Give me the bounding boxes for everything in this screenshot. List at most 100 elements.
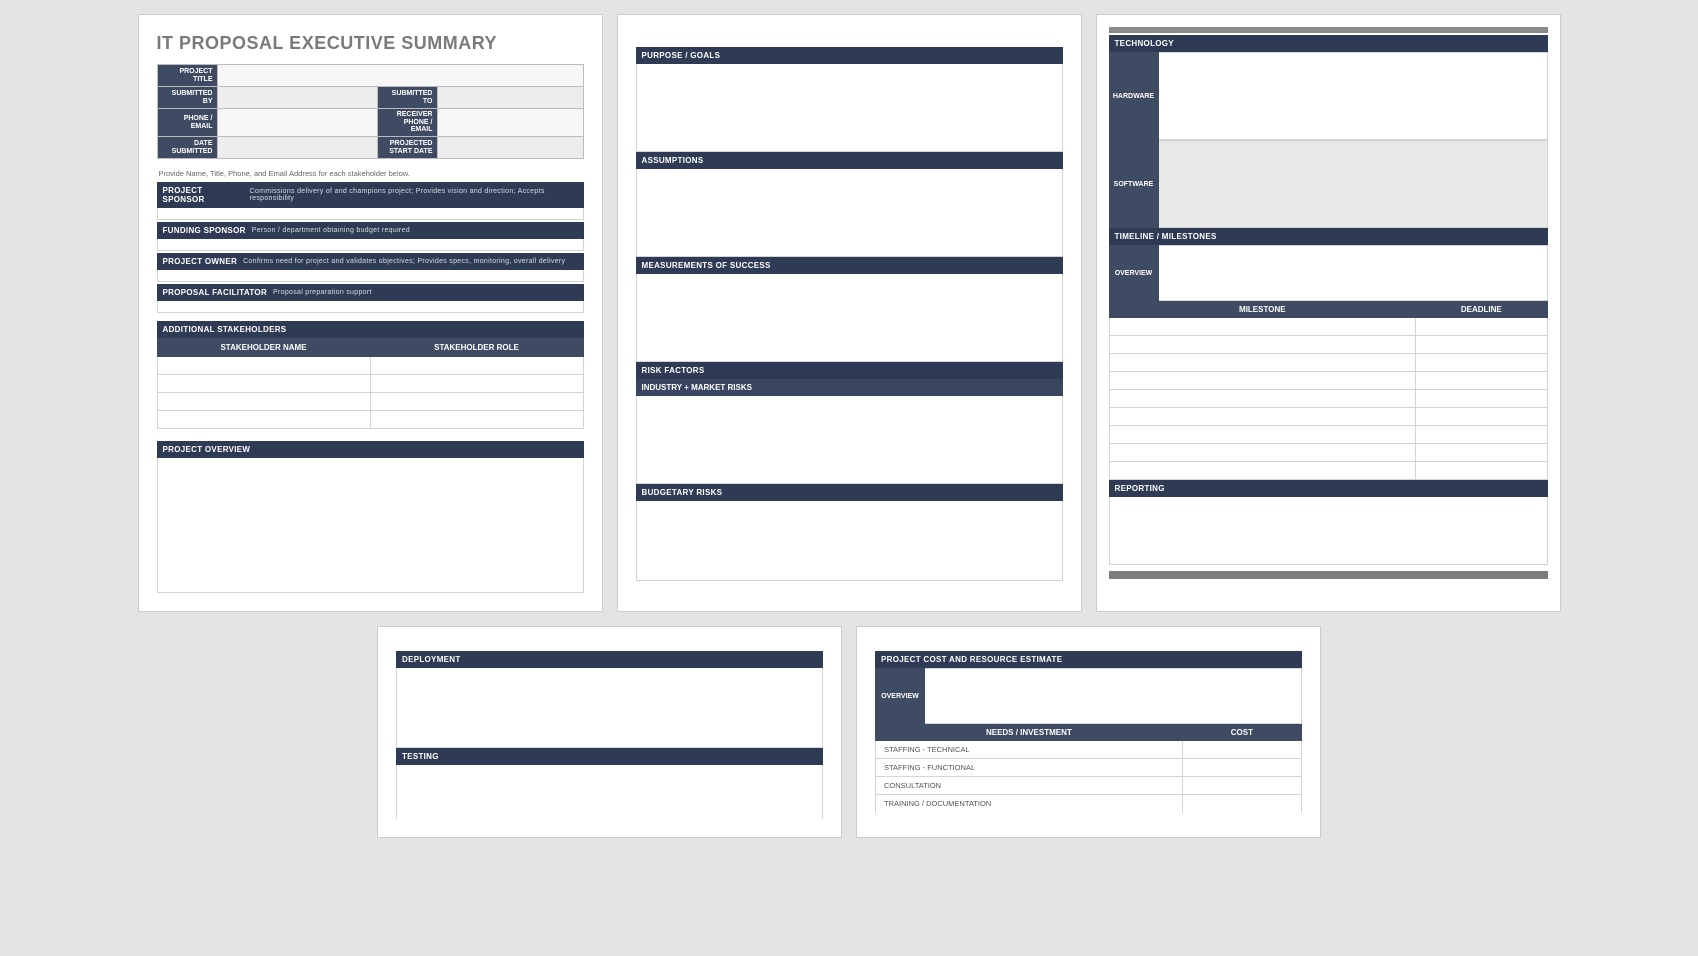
deployment-header: DEPLOYMENT <box>396 651 823 668</box>
label-overview: OVERVIEW <box>875 668 925 724</box>
field-projected-start[interactable] <box>437 137 583 159</box>
row-hardware: HARDWARE <box>1109 52 1548 140</box>
table-cell[interactable] <box>370 393 583 411</box>
field-project-overview[interactable] <box>157 458 584 593</box>
project-overview-header: PROJECT OVERVIEW <box>157 441 584 458</box>
table-cell[interactable] <box>157 393 370 411</box>
field-submitted-to[interactable] <box>437 87 583 109</box>
role-name: PROPOSAL FACILITATOR <box>163 288 268 297</box>
field-timeline-overview[interactable] <box>1159 245 1548 301</box>
cost-row-label: STAFFING - FUNCTIONAL <box>876 759 1183 777</box>
table-cell[interactable] <box>1416 318 1547 336</box>
role-desc: Confirms need for project and validates … <box>243 258 565 265</box>
cost-row-value[interactable] <box>1182 795 1301 813</box>
field-hardware[interactable] <box>1159 52 1548 140</box>
cost-estimate-header: PROJECT COST AND RESOURCE ESTIMATE <box>875 651 1302 668</box>
label-phone-email: PHONE / EMAIL <box>157 109 217 137</box>
timeline-header: TIMELINE / MILESTONES <box>1109 228 1548 245</box>
field-testing[interactable] <box>396 765 823 819</box>
field-budgetary-risks[interactable] <box>636 501 1063 581</box>
role-project-sponsor: PROJECT SPONSOR Commissions delivery of … <box>157 182 584 220</box>
budgetary-risks-header: BUDGETARY RISKS <box>636 484 1063 501</box>
field-industry-risks[interactable] <box>636 396 1063 484</box>
role-desc: Person / department obtaining budget req… <box>252 227 410 234</box>
row-software: SOFTWARE <box>1109 140 1548 228</box>
field-proposal-facilitator[interactable] <box>157 301 584 313</box>
table-cell[interactable] <box>1416 336 1547 354</box>
col-needs: NEEDS / INVESTMENT <box>876 725 1183 741</box>
role-desc: Commissions delivery of and champions pr… <box>250 188 578 202</box>
table-cell[interactable] <box>1109 426 1416 444</box>
grey-strip-top <box>1109 27 1548 33</box>
table-cell[interactable] <box>370 375 583 393</box>
field-receiver-phone-email[interactable] <box>437 109 583 137</box>
table-cell[interactable] <box>1416 426 1547 444</box>
label-overview: OVERVIEW <box>1109 245 1159 301</box>
field-deployment[interactable] <box>396 668 823 748</box>
additional-stakeholders-header: ADDITIONAL STAKEHOLDERS <box>157 321 584 338</box>
label-projected-start: PROJECTED START DATE <box>377 137 437 159</box>
field-project-title[interactable] <box>217 65 583 87</box>
table-cell[interactable] <box>1416 444 1547 462</box>
table-cell[interactable] <box>1109 318 1416 336</box>
field-phone-email[interactable] <box>217 109 377 137</box>
row-timeline-overview: OVERVIEW <box>1109 245 1548 301</box>
cost-table: NEEDS / INVESTMENT COST STAFFING - TECHN… <box>875 724 1302 813</box>
cost-row-value[interactable] <box>1182 777 1301 795</box>
table-cell[interactable] <box>1109 372 1416 390</box>
field-date-submitted[interactable] <box>217 137 377 159</box>
table-cell[interactable] <box>370 411 583 429</box>
table-cell[interactable] <box>157 375 370 393</box>
label-hardware: HARDWARE <box>1109 52 1159 140</box>
purpose-header: PURPOSE / GOALS <box>636 47 1063 64</box>
page-title: IT PROPOSAL EXECUTIVE SUMMARY <box>157 33 584 54</box>
label-date-submitted: DATE SUBMITTED <box>157 137 217 159</box>
field-project-owner[interactable] <box>157 270 584 282</box>
cost-row-label: STAFFING - TECHNICAL <box>876 741 1183 759</box>
page-3-technology-timeline: TECHNOLOGY HARDWARE SOFTWARE TIMELINE / … <box>1096 14 1561 612</box>
field-funding-sponsor[interactable] <box>157 239 584 251</box>
col-stakeholder-role: STAKEHOLDER ROLE <box>370 339 583 357</box>
role-name: FUNDING SPONSOR <box>163 226 246 235</box>
row-cost-overview: OVERVIEW <box>875 668 1302 724</box>
role-name: PROJECT SPONSOR <box>163 186 244 204</box>
table-cell[interactable] <box>370 357 583 375</box>
label-project-title: PROJECT TITLE <box>157 65 217 87</box>
page-4-deployment-testing: DEPLOYMENT TESTING <box>377 626 842 838</box>
page-2-goals-risks: PURPOSE / GOALS ASSUMPTIONS MEASUREMENTS… <box>617 14 1082 612</box>
table-cell[interactable] <box>1416 408 1547 426</box>
field-cost-overview[interactable] <box>925 668 1302 724</box>
field-reporting[interactable] <box>1109 497 1548 565</box>
table-cell[interactable] <box>1416 462 1547 480</box>
col-milestone: MILESTONE <box>1109 302 1416 318</box>
technology-header: TECHNOLOGY <box>1109 35 1548 52</box>
table-cell[interactable] <box>1109 462 1416 480</box>
project-info-table: PROJECT TITLE SUBMITTED BY SUBMITTED TO … <box>157 64 584 159</box>
role-project-owner: PROJECT OWNER Confirms need for project … <box>157 253 584 282</box>
col-cost: COST <box>1182 725 1301 741</box>
table-cell[interactable] <box>157 357 370 375</box>
testing-header: TESTING <box>396 748 823 765</box>
role-desc: Proposal preparation support <box>273 289 372 296</box>
table-cell[interactable] <box>1416 354 1547 372</box>
table-cell[interactable] <box>1109 390 1416 408</box>
cost-row-value[interactable] <box>1182 759 1301 777</box>
risk-factors-header: RISK FACTORS <box>636 362 1063 379</box>
cost-row-value[interactable] <box>1182 741 1301 759</box>
table-cell[interactable] <box>1416 372 1547 390</box>
col-stakeholder-name: STAKEHOLDER NAME <box>157 339 370 357</box>
field-assumptions[interactable] <box>636 169 1063 257</box>
table-cell[interactable] <box>1109 336 1416 354</box>
field-submitted-by[interactable] <box>217 87 377 109</box>
table-cell[interactable] <box>1109 354 1416 372</box>
table-cell[interactable] <box>157 411 370 429</box>
table-cell[interactable] <box>1416 390 1547 408</box>
field-measurements[interactable] <box>636 274 1063 362</box>
table-cell[interactable] <box>1109 408 1416 426</box>
table-cell[interactable] <box>1109 444 1416 462</box>
role-name: PROJECT OWNER <box>163 257 238 266</box>
field-project-sponsor[interactable] <box>157 208 584 220</box>
stakeholder-table: STAKEHOLDER NAME STAKEHOLDER ROLE <box>157 338 584 429</box>
field-software[interactable] <box>1159 140 1548 228</box>
field-purpose[interactable] <box>636 64 1063 152</box>
